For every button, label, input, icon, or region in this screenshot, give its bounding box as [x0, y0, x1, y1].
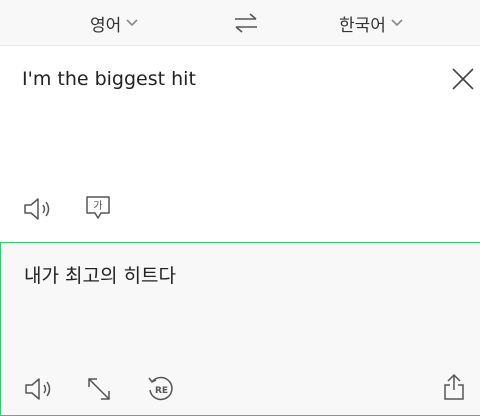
- expand-icon[interactable]: [86, 376, 112, 402]
- target-language-selector[interactable]: 한국어: [339, 0, 404, 46]
- close-icon[interactable]: [450, 66, 476, 92]
- phonetic-badge: 가: [93, 200, 102, 212]
- language-bar: 영어 한국어: [0, 0, 480, 46]
- speaker-icon[interactable]: [22, 196, 52, 222]
- chevron-down-icon: [391, 19, 403, 27]
- chevron-down-icon: [126, 19, 138, 27]
- retranslate-button[interactable]: RE: [146, 374, 176, 404]
- retranslate-icon: RE: [148, 376, 173, 401]
- target-language-label: 한국어: [339, 15, 386, 36]
- retranslate-badge: RE: [155, 386, 168, 396]
- source-panel: I'm the biggest hit 가: [0, 46, 480, 242]
- phonetic-icon: 가: [86, 196, 110, 219]
- source-language-selector[interactable]: 영어: [90, 0, 139, 46]
- phonetic-button[interactable]: 가: [84, 194, 112, 222]
- swap-icon[interactable]: [233, 11, 259, 35]
- speaker-icon[interactable]: [23, 376, 53, 402]
- source-language-label: 영어: [90, 15, 122, 36]
- translation-text: 내가 최고의 히트다: [24, 265, 176, 287]
- share-icon[interactable]: [442, 373, 466, 401]
- source-text-input[interactable]: I'm the biggest hit: [22, 68, 196, 90]
- translation-panel: 내가 최고의 히트다 RE: [0, 242, 480, 416]
